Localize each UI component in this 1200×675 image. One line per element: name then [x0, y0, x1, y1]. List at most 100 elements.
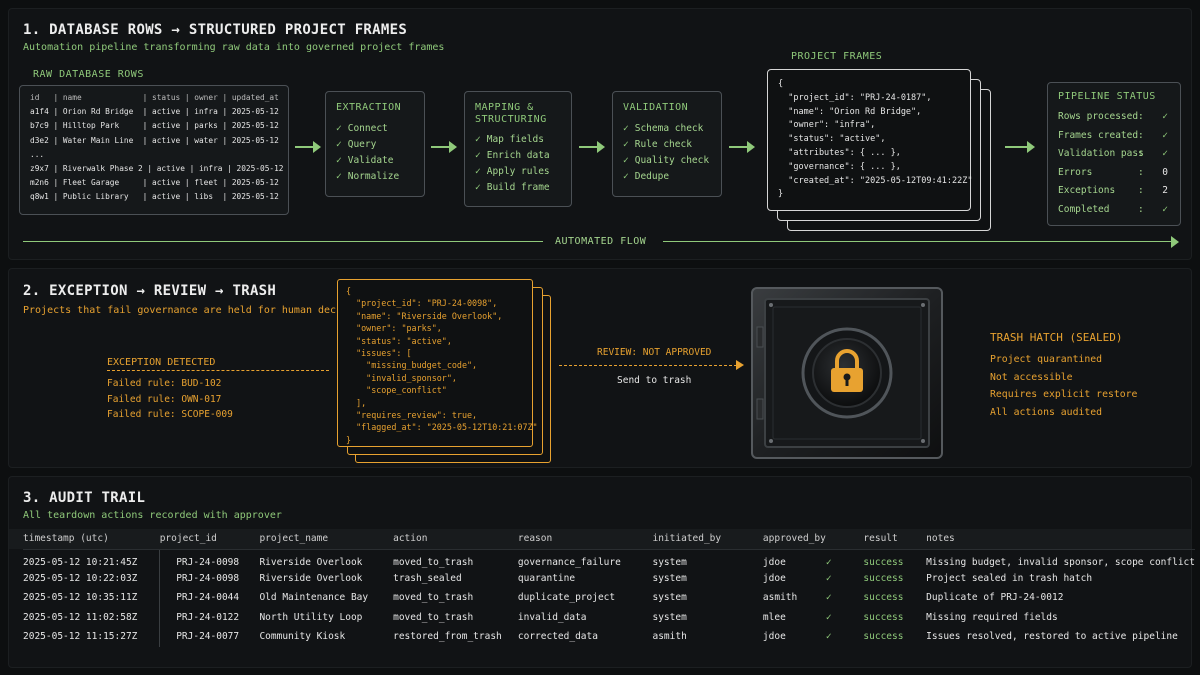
check-icon: ✓: [825, 556, 832, 568]
audit-column-header: result: [863, 529, 927, 550]
hatch-title: TRASH HATCH (SEALED): [990, 331, 1123, 344]
audit-cell: PRJ-24-0077: [159, 627, 260, 647]
audit-cell: restored_from_trash: [393, 631, 502, 643]
stage-item: ✓ Apply rules: [475, 164, 561, 180]
send-to-trash-label: Send to trash: [617, 375, 692, 386]
audit-column-header: action: [393, 529, 518, 550]
check-icon: ✓: [623, 155, 629, 166]
status-row: Completed: ✓: [1058, 201, 1170, 220]
audit-cell: Missing required fields: [926, 611, 1058, 623]
raw-row: d3e2 | Water Main Line | active | water …: [30, 135, 279, 145]
stage-item-label: Schema check: [634, 123, 704, 134]
status-row: Validation pass: ✓: [1058, 145, 1170, 164]
stage-mapping: MAPPING & STRUCTURING ✓ Map fields ✓ Enrich…: [464, 91, 572, 207]
audit-cell: system: [652, 611, 687, 623]
status-value: ✓: [1162, 111, 1168, 122]
raw-row: b7c9 | Hilltop Park | active | parks | 2…: [30, 121, 279, 131]
check-icon: ✓: [825, 631, 832, 643]
status-value: 2: [1162, 185, 1168, 196]
stage-item: ✓ Map fields: [475, 132, 561, 148]
audit-column-header: project_name: [259, 529, 394, 550]
hatch-items-list: Project quarantined Not accessible Require…: [990, 351, 1137, 421]
check-icon: ✓: [825, 611, 832, 623]
exception-line: [107, 370, 329, 371]
raw-row: q8w1 | Public Library | active | libs | …: [30, 192, 279, 202]
stage-item: ✓ Validate: [336, 153, 414, 169]
audit-column-header: timestamp (utc): [23, 529, 160, 550]
check-icon: ✓: [475, 150, 481, 161]
arrow-validation-frames: [729, 141, 755, 153]
audit-cell: Old Maintenance Bay: [259, 592, 369, 604]
audit-cell: 2025-05-12 10:35:11Z: [23, 592, 138, 604]
audit-cell: asmith: [762, 592, 798, 604]
audit-cell: quarantine: [517, 572, 576, 584]
audit-cell: Issues resolved, restored to active pipe…: [926, 631, 1178, 643]
audit-cell: 2025-05-12 11:15:27Z: [23, 631, 138, 643]
audit-cell: PRJ-24-0122: [159, 607, 260, 627]
section3-title: 3. AUDIT TRAIL: [23, 490, 146, 506]
pipeline-status-title: PIPELINE STATUS: [1058, 91, 1156, 102]
section-exception: 2. EXCEPTION → REVIEW → TRASH Projects t…: [8, 268, 1192, 468]
status-row: Exceptions: 2: [1058, 182, 1170, 201]
audit-cell: success: [863, 572, 904, 584]
audit-row: 2025-05-12 11:15:27Z PRJ-24-0077 Community…: [23, 627, 1195, 647]
check-icon: ✓: [623, 139, 629, 150]
pipeline-status-box: PIPELINE STATUS Rows processed: ✓ Frames c…: [1047, 82, 1181, 226]
stage-item: ✓ Rule check: [623, 137, 711, 153]
stage-item-label: Query: [347, 139, 377, 150]
audit-cell: mlee: [762, 611, 786, 623]
audit-header-row: timestamp (utc) project_id project_name act…: [23, 529, 1195, 550]
failed-rules-list: Failed rule: BUD-102 Failed rule: OWN-017…: [107, 376, 233, 423]
audit-cell: 2025-05-12 11:02:58Z: [23, 611, 138, 623]
pipeline-status-rows: Rows processed: ✓ Frames created: ✓ Validati…: [1058, 108, 1170, 219]
audit-row: 2025-05-12 11:02:58Z PRJ-24-0122 North Uti…: [23, 607, 1195, 627]
check-icon: ✓: [825, 572, 832, 584]
status-value: ✓: [1162, 148, 1168, 159]
status-value: 0: [1162, 166, 1168, 178]
section3-subtitle: All teardown actions recorded with appro…: [23, 510, 282, 521]
status-row: Rows processed: ✓: [1058, 108, 1170, 127]
status-key: Errors: [1058, 166, 1093, 178]
status-row: Errors: 0: [1058, 164, 1170, 183]
exception-json: { "project_id": "PRJ-24-0098", "name": "…: [346, 286, 538, 445]
audit-cell: system: [652, 556, 687, 568]
audit-row: 2025-05-12 10:22:03Z PRJ-24-0098 Riverside…: [23, 568, 1195, 588]
status-colon: :: [1138, 129, 1144, 141]
stage-item-label: Quality check: [634, 155, 710, 166]
audit-cell: jdoe: [762, 631, 786, 643]
audit-column-header: reason: [517, 529, 653, 550]
check-icon: ✓: [336, 155, 342, 166]
audit-cell: governance_failure: [517, 556, 621, 568]
audit-column-header: project_id: [159, 529, 260, 550]
check-icon: ✓: [475, 166, 481, 177]
review-arrow-head: [736, 360, 744, 370]
stage-mapping-items: ✓ Map fields ✓ Enrich data ✓ Apply rules ✓ Buil…: [475, 132, 561, 196]
exception-title: EXCEPTION DETECTED: [107, 357, 216, 368]
raw-rows-header: id | name | status | owner | updated_at: [30, 93, 279, 102]
arrow-mapping-validation: [579, 141, 605, 153]
section1-title: 1. DATABASE ROWS → STRUCTURED PROJECT FR…: [23, 22, 408, 38]
audit-cell: Riverside Overlook: [259, 556, 363, 568]
status-colon: :: [1138, 111, 1144, 122]
check-icon: ✓: [825, 592, 832, 604]
stage-item-label: Build frame: [486, 182, 550, 193]
hatch-item: Requires explicit restore: [990, 389, 1138, 400]
check-icon: ✓: [623, 171, 629, 182]
audit-body: 2025-05-12 10:21:45Z PRJ-24-0098 Riverside…: [23, 549, 1195, 647]
status-colon: :: [1138, 148, 1144, 159]
status-key: Completed: [1058, 203, 1110, 215]
stage-item: ✓ Build frame: [475, 180, 561, 196]
project-frame-json: { "project_id": "PRJ-24-0187", "name": "…: [778, 79, 973, 200]
raw-row: z9x7 | Riverwalk Phase 2 | active | infr…: [30, 164, 284, 174]
stage-item: ✓ Enrich data: [475, 148, 561, 164]
audit-cell: system: [652, 572, 687, 584]
stage-extraction-title: EXTRACTION: [336, 102, 402, 113]
stage-extraction: EXTRACTION ✓ Connect ✓ Query ✓ Validate ✓ Norma…: [325, 91, 425, 197]
stage-item-label: Map fields: [486, 134, 544, 145]
audit-cell: success: [863, 611, 904, 623]
hatch-item: Not accessible: [990, 371, 1073, 383]
raw-row: ...: [30, 149, 45, 159]
audit-cell: PRJ-24-0044: [159, 588, 260, 608]
audit-cell: PRJ-24-0098: [159, 549, 260, 569]
exception-frame-front: { "project_id": "PRJ-24-0098", "name": "…: [337, 279, 538, 447]
